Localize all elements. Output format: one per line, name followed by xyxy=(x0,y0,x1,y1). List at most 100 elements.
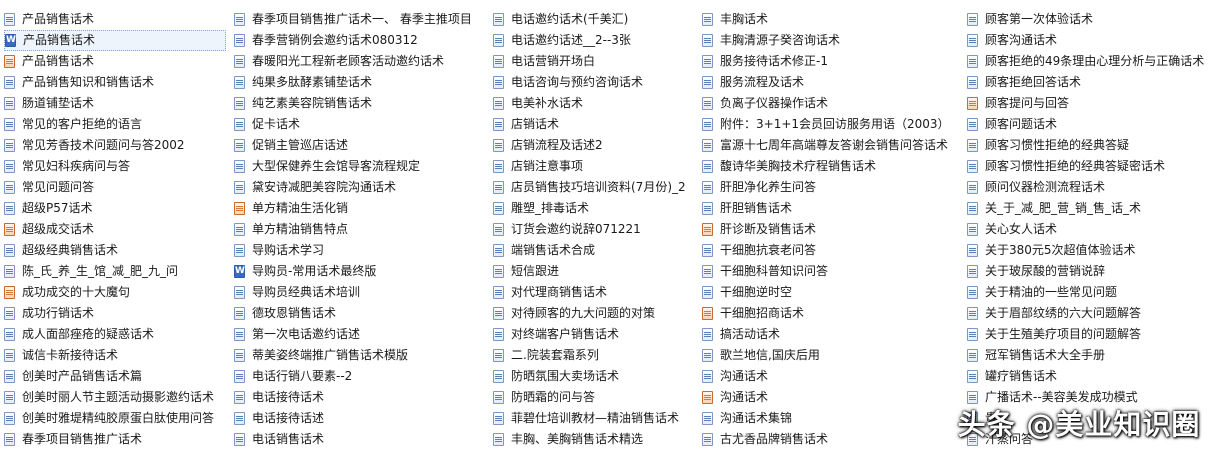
file-item[interactable]: 常见的客户拒绝的语言 xyxy=(4,114,226,135)
file-item[interactable]: 春季营销例会邀约话术080312 xyxy=(234,30,486,51)
file-item[interactable]: 二.院装套霜系列 xyxy=(493,345,697,366)
file-item[interactable]: 防晒氛围大卖场话术 xyxy=(493,366,697,387)
file-item[interactable]: 促销主管巡店话述 xyxy=(234,135,486,156)
file-item[interactable]: 陈_氏_养_生_馆_减_肥_九_问 xyxy=(4,261,226,282)
file-item[interactable]: 肝胆销售话术 xyxy=(702,198,960,219)
file-item[interactable]: 菲碧仕培训教材—精油销售话术 xyxy=(493,408,697,429)
file-item[interactable]: 电话邀约话术(千美汇) xyxy=(493,9,697,30)
file-item[interactable]: 黛安诗减肥美容院沟通话术 xyxy=(234,177,486,198)
file-item[interactable]: 沟通话术集锦 xyxy=(702,408,960,429)
file-item[interactable]: 春季项目销售推广话术 xyxy=(4,429,226,450)
file-item[interactable]: 顾客拒绝的49条理由心理分析与正确话术 xyxy=(967,51,1210,72)
file-item[interactable]: 肝胆净化养生问答 xyxy=(702,177,960,198)
file-item[interactable]: 大型保健养生会馆导客流程规定 xyxy=(234,156,486,177)
file-item[interactable]: 干细胞科普知识问答 xyxy=(702,261,960,282)
file-item[interactable]: 春季项目销售推广话术一、 春季主推项目 xyxy=(234,9,486,30)
file-item[interactable]: 单方精油生活化销 xyxy=(234,198,486,219)
file-item[interactable]: 超级经典销售话术 xyxy=(4,240,226,261)
file-item[interactable]: 关于380元5次超值体验话术 xyxy=(967,240,1210,261)
file-item[interactable]: 春暖阳光工程新老顾客活动邀约话术 xyxy=(234,51,486,72)
file-item[interactable]: 导购员-常用话术最终版 xyxy=(234,261,486,282)
file-item[interactable]: 顾客习惯性拒绝的经典答疑 xyxy=(967,135,1210,156)
file-item[interactable]: 常见妇科疾病问与答 xyxy=(4,156,226,177)
file-item[interactable]: 电话营销开场白 xyxy=(493,51,697,72)
file-item[interactable]: 顾客第一次体验话术 xyxy=(967,9,1210,30)
file-item[interactable]: 顾客拒绝回答话术 xyxy=(967,72,1210,93)
file-item[interactable]: 富源十七周年高端尊友答谢会销售问答话术 xyxy=(702,135,960,156)
file-item[interactable]: 导购员经典话术培训 xyxy=(234,282,486,303)
file-item[interactable]: 单方精油销售特点 xyxy=(234,219,486,240)
file-item[interactable]: 顾问仪器检测流程话术 xyxy=(967,177,1210,198)
file-item[interactable]: 关_于_减_肥_营_销_售_话_术 xyxy=(967,198,1210,219)
file-item[interactable]: 负离子仪器操作话术 xyxy=(702,93,960,114)
file-item[interactable]: 常见芳香技术问题问与答2002 xyxy=(4,135,226,156)
file-item[interactable]: 导购话术学习 xyxy=(234,240,486,261)
file-item[interactable]: 防晒霜的问与答 xyxy=(493,387,697,408)
file-item[interactable]: 关心女人话术 xyxy=(967,219,1210,240)
file-item[interactable]: 第一次电话邀约话述 xyxy=(234,324,486,345)
file-item[interactable]: 店销话术 xyxy=(493,114,697,135)
file-item[interactable]: 成功行销话术 xyxy=(4,303,226,324)
file-item[interactable]: 顾客沟通话术 xyxy=(967,30,1210,51)
file-item[interactable]: 蒂美姿终端推广销售话术模版 xyxy=(234,345,486,366)
file-item[interactable]: 馥诗华美胸技术疗程销售话术 xyxy=(702,156,960,177)
file-item[interactable]: 成功成交的十大魔句 xyxy=(4,282,226,303)
file-item[interactable]: 顾客习惯性拒绝的经典答疑密话术 xyxy=(967,156,1210,177)
file-item[interactable]: 纯果多肽酵素铺垫话术 xyxy=(234,72,486,93)
file-item[interactable]: 顾客提问与回答 xyxy=(967,93,1210,114)
file-item[interactable]: 罐疗销售话术 xyxy=(967,366,1210,387)
file-item[interactable]: 关于玻尿酸的营销说辞 xyxy=(967,261,1210,282)
file-item[interactable]: 店销注意事项 xyxy=(493,156,697,177)
file-item[interactable]: 关于生殖美疗项目的问题解答 xyxy=(967,324,1210,345)
file-item[interactable]: 创美时雅堤精纯胶原蛋白肽使用问答 xyxy=(4,408,226,429)
file-item[interactable]: 电话接待话术 xyxy=(234,387,486,408)
file-item[interactable]: 创美时产品销售话术篇 xyxy=(4,366,226,387)
file-item[interactable]: 服务流程及话术 xyxy=(702,72,960,93)
file-item[interactable]: 肠道铺垫话术 xyxy=(4,93,226,114)
file-item[interactable]: 搞活动话术 xyxy=(702,324,960,345)
file-item[interactable]: 端销售话术合成 xyxy=(493,240,697,261)
file-item[interactable]: 成人面部痤疮的疑惑话术 xyxy=(4,324,226,345)
file-item[interactable]: 顾客问题话术 xyxy=(967,114,1210,135)
file-item[interactable]: 雕塑_排毒话术 xyxy=(493,198,697,219)
file-item[interactable]: 干细胞逆时空 xyxy=(702,282,960,303)
file-item[interactable]: 对终端客户销售话术 xyxy=(493,324,697,345)
file-item[interactable]: 歌兰地信,国庆后用 xyxy=(702,345,960,366)
file-item[interactable]: 冠军销售话术大全手册 xyxy=(967,345,1210,366)
file-item[interactable]: 产品销售话术 xyxy=(4,30,226,51)
file-item[interactable]: 店员销售技巧培训资料(7月份)_2 xyxy=(493,177,697,198)
file-item[interactable]: 产品销售话术 xyxy=(4,51,226,72)
file-item[interactable]: 沟通话术 xyxy=(702,387,960,408)
file-item[interactable]: 对代理商销售话术 xyxy=(493,282,697,303)
file-item[interactable]: 对待顾客的九大问题的对策 xyxy=(493,303,697,324)
file-item[interactable]: 古尤香品牌销售话术 xyxy=(702,429,960,450)
file-item[interactable]: 创美时丽人节主题活动摄影邀约话术 xyxy=(4,387,226,408)
file-item[interactable]: 德玫恩销售话术 xyxy=(234,303,486,324)
file-item[interactable]: 订货会邀约说辞071221 xyxy=(493,219,697,240)
file-item[interactable]: 电话接待话述 xyxy=(234,408,486,429)
file-item[interactable]: 干细胞抗衰老问答 xyxy=(702,240,960,261)
file-item[interactable]: 电话咨询与预约咨询话术 xyxy=(493,72,697,93)
file-item[interactable]: 诚信卡新接待话术 xyxy=(4,345,226,366)
file-item[interactable]: 丰胸话术 xyxy=(702,9,960,30)
file-item[interactable]: 促卡话术 xyxy=(234,114,486,135)
file-item[interactable]: 丰胸清源子癸咨询话术 xyxy=(702,30,960,51)
file-item[interactable]: 超级成交话术 xyxy=(4,219,226,240)
file-item[interactable]: 电话行销八要素--2 xyxy=(234,366,486,387)
file-item[interactable]: 丰胸、美胸销售话术精选 xyxy=(493,429,697,450)
file-item[interactable]: 产品销售知识和销售话术 xyxy=(4,72,226,93)
file-item[interactable]: 纯艺素美容院销售话术 xyxy=(234,93,486,114)
file-item[interactable]: 沟通话术 xyxy=(702,366,960,387)
file-item[interactable]: 关于精油的一些常见问题 xyxy=(967,282,1210,303)
file-item[interactable]: 电话邀约话述__2--3张 xyxy=(493,30,697,51)
file-item[interactable]: 肝诊断及销售话术 xyxy=(702,219,960,240)
file-item[interactable]: 电话销售话术 xyxy=(234,429,486,450)
file-item[interactable]: 服务接待话术修正-1 xyxy=(702,51,960,72)
file-item[interactable]: 常见问题问答 xyxy=(4,177,226,198)
file-item[interactable]: 关于眉部纹绣的六大问题解答 xyxy=(967,303,1210,324)
file-item[interactable]: 短信跟进 xyxy=(493,261,697,282)
file-item[interactable]: 超级P57话术 xyxy=(4,198,226,219)
file-item[interactable]: 附件：3+1+1会员回访服务用语（2003） xyxy=(702,114,960,135)
file-item[interactable]: 店销流程及话述2 xyxy=(493,135,697,156)
file-item[interactable]: 干细胞招商话术 xyxy=(702,303,960,324)
